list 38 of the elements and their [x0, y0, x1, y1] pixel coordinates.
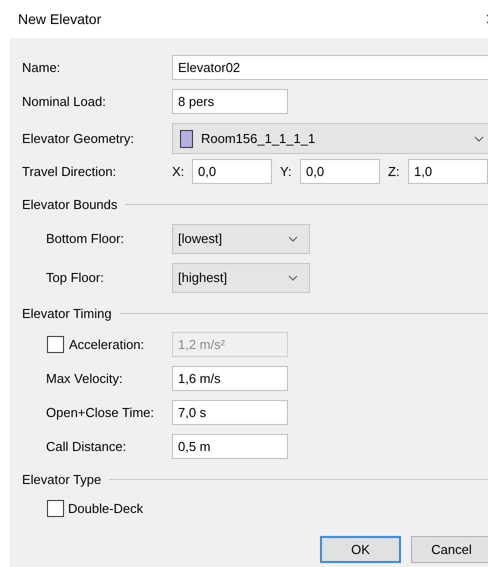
- field-label: Name:: [22, 58, 62, 77]
- dropdown-value: Room156_1_1_1_1: [201, 130, 316, 148]
- dropdown-value: [highest]: [178, 268, 228, 287]
- field-label: Call Distance:: [46, 438, 128, 456]
- geometry-dropdown[interactable]: Room156_1_1_1_1: [172, 123, 488, 154]
- text-field[interactable]: 1,6 m/s: [172, 366, 288, 391]
- window-title: New Elevator: [18, 10, 102, 28]
- checkbox-label: Double-Deck: [68, 500, 144, 518]
- checkbox-label: Acceleration:: [69, 336, 144, 354]
- chevron-down-icon: [288, 236, 298, 242]
- section-heading: Elevator Bounds: [22, 196, 118, 214]
- section-heading: Elevator Type: [22, 471, 102, 489]
- field-label: Elevator Geometry:: [22, 130, 135, 148]
- field-label: Max Velocity:: [46, 370, 124, 388]
- section-heading: Elevator Timing: [22, 304, 112, 323]
- axis-label: Y:: [280, 162, 293, 181]
- text-field[interactable]: 0,5 m: [172, 434, 288, 459]
- cancel-button[interactable]: Cancel: [411, 536, 488, 563]
- text-field[interactable]: 1,0: [408, 159, 488, 184]
- axis-label: Z:: [388, 162, 401, 181]
- floor-dropdown[interactable]: [highest]: [172, 262, 310, 292]
- axis-label: X:: [172, 162, 186, 181]
- text-field[interactable]: Elevator02: [172, 55, 488, 80]
- chevron-down-icon: [474, 136, 484, 142]
- field-label: Nominal Load:: [22, 92, 107, 111]
- text-field[interactable]: 7,0 s: [172, 400, 288, 425]
- field-label: Top Floor:: [46, 268, 105, 287]
- ok-button[interactable]: OK: [320, 536, 401, 563]
- text-field[interactable]: 0,0: [192, 159, 272, 184]
- field-label: Open+Close Time:: [46, 404, 156, 422]
- floor-dropdown[interactable]: [lowest]: [172, 224, 310, 254]
- dropdown-value: [lowest]: [178, 230, 222, 248]
- checkbox[interactable]: [47, 500, 64, 517]
- chevron-down-icon: [288, 274, 298, 280]
- text-field[interactable]: 0,0: [300, 159, 380, 184]
- field-label: Travel Direction:: [22, 162, 118, 181]
- field-label: Bottom Floor:: [46, 230, 126, 248]
- text-field[interactable]: 8 pers: [172, 89, 288, 114]
